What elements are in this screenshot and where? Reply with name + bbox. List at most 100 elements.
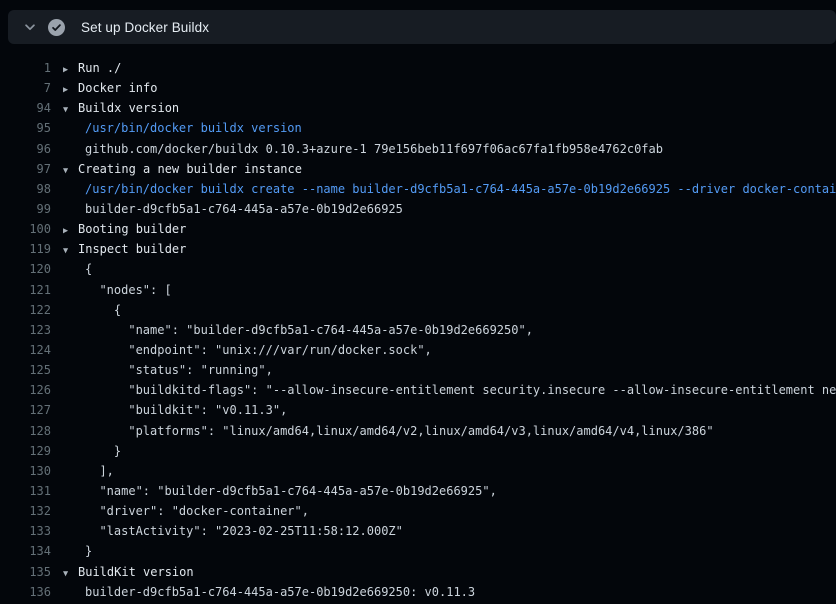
step-header[interactable]: Set up Docker Buildx xyxy=(8,10,836,44)
group-title: Booting builder xyxy=(78,219,186,239)
line-number[interactable]: 127 xyxy=(0,400,51,420)
marker-spacer xyxy=(51,118,78,138)
line-number[interactable]: 128 xyxy=(0,421,51,441)
log-line-row: 123 "name": "builder-d9cfb5a1-c764-445a-… xyxy=(0,320,836,340)
output-text: { xyxy=(78,300,121,320)
log-line-row: 136 builder-d9cfb5a1-c764-445a-a57e-0b19d… xyxy=(0,582,836,602)
marker-spacer xyxy=(51,340,78,360)
triangle-down-icon[interactable]: ▼ xyxy=(51,239,78,259)
output-text: } xyxy=(78,541,92,561)
group-title: Buildx version xyxy=(78,98,179,118)
line-number[interactable]: 97 xyxy=(0,159,51,179)
log-line-row: 129 } xyxy=(0,441,836,461)
log-line-row: 127 "buildkit": "v0.11.3", xyxy=(0,400,836,420)
triangle-right-icon[interactable]: ▶ xyxy=(51,78,78,98)
marker-spacer xyxy=(51,179,78,199)
group-title: Run ./ xyxy=(78,58,121,78)
log-group-row[interactable]: 7▶Docker info xyxy=(0,78,836,98)
group-title: Inspect builder xyxy=(78,239,186,259)
marker-spacer xyxy=(51,280,78,300)
line-number[interactable]: 1 xyxy=(0,58,51,78)
line-number[interactable]: 94 xyxy=(0,98,51,118)
line-number[interactable]: 120 xyxy=(0,259,51,279)
line-number[interactable]: 133 xyxy=(0,521,51,541)
log-line-row: 131 "name": "builder-d9cfb5a1-c764-445a-… xyxy=(0,481,836,501)
chevron-down-icon[interactable] xyxy=(22,19,38,35)
line-number[interactable]: 130 xyxy=(0,461,51,481)
log-line-row: 130 ], xyxy=(0,461,836,481)
log-group-row[interactable]: 100▶Booting builder xyxy=(0,219,836,239)
line-number[interactable]: 123 xyxy=(0,320,51,340)
line-number[interactable]: 95 xyxy=(0,118,51,138)
line-number[interactable]: 131 xyxy=(0,481,51,501)
log-line-row: 133 "lastActivity": "2023-02-25T11:58:12… xyxy=(0,521,836,541)
line-number[interactable]: 129 xyxy=(0,441,51,461)
line-number[interactable]: 119 xyxy=(0,239,51,259)
triangle-down-icon[interactable]: ▼ xyxy=(51,159,78,179)
marker-spacer xyxy=(51,400,78,420)
triangle-right-icon[interactable]: ▶ xyxy=(51,219,78,239)
line-number[interactable]: 100 xyxy=(0,219,51,239)
log-line-row: 98/usr/bin/docker buildx create --name b… xyxy=(0,179,836,199)
marker-spacer xyxy=(51,199,78,219)
log-group-row[interactable]: 97▼Creating a new builder instance xyxy=(0,159,836,179)
marker-spacer xyxy=(51,360,78,380)
line-number[interactable]: 126 xyxy=(0,380,51,400)
output-text: github.com/docker/buildx 0.10.3+azure-1 … xyxy=(78,139,663,159)
line-number[interactable]: 134 xyxy=(0,541,51,561)
output-text: "nodes": [ xyxy=(78,280,172,300)
marker-spacer xyxy=(51,582,78,602)
line-number[interactable]: 136 xyxy=(0,582,51,602)
output-text: "buildkit": "v0.11.3", xyxy=(78,400,287,420)
triangle-down-icon[interactable]: ▼ xyxy=(51,562,78,582)
line-number[interactable]: 124 xyxy=(0,340,51,360)
marker-spacer xyxy=(51,421,78,441)
triangle-down-icon[interactable]: ▼ xyxy=(51,98,78,118)
marker-spacer xyxy=(51,441,78,461)
marker-spacer xyxy=(51,300,78,320)
log-line-row: 132 "driver": "docker-container", xyxy=(0,501,836,521)
log-group-row[interactable]: 1▶Run ./ xyxy=(0,58,836,78)
log-line-row: 99builder-d9cfb5a1-c764-445a-a57e-0b19d2… xyxy=(0,199,836,219)
log-line-row: 95/usr/bin/docker buildx version xyxy=(0,118,836,138)
log-line-row: 124 "endpoint": "unix:///var/run/docker.… xyxy=(0,340,836,360)
log-line-row: 96 github.com/docker/buildx 0.10.3+azure-… xyxy=(0,139,836,159)
log-line-row: 121 "nodes": [ xyxy=(0,280,836,300)
output-text: builder-d9cfb5a1-c764-445a-a57e-0b19d2e6… xyxy=(78,582,475,602)
command-text: /usr/bin/docker buildx create --name bui… xyxy=(78,179,836,199)
step-success-check-icon xyxy=(48,19,65,36)
output-text: { xyxy=(78,259,92,279)
output-text: ], xyxy=(78,461,114,481)
triangle-right-icon[interactable]: ▶ xyxy=(51,58,78,78)
line-number[interactable]: 121 xyxy=(0,280,51,300)
marker-spacer xyxy=(51,380,78,400)
group-title: BuildKit version xyxy=(78,562,194,582)
log-view: 1▶Run ./7▶Docker info94▼Buildx version95… xyxy=(0,58,836,602)
log-group-row[interactable]: 94▼Buildx version xyxy=(0,98,836,118)
line-number[interactable]: 96 xyxy=(0,139,51,159)
marker-spacer xyxy=(51,139,78,159)
marker-spacer xyxy=(51,461,78,481)
output-text: } xyxy=(78,441,121,461)
output-text: "endpoint": "unix:///var/run/docker.sock… xyxy=(78,340,432,360)
line-number[interactable]: 7 xyxy=(0,78,51,98)
marker-spacer xyxy=(51,501,78,521)
group-title: Docker info xyxy=(78,78,157,98)
log-line-row: 128 "platforms": "linux/amd64,linux/amd6… xyxy=(0,421,836,441)
line-number[interactable]: 122 xyxy=(0,300,51,320)
log-line-row: 122 { xyxy=(0,300,836,320)
output-text: "lastActivity": "2023-02-25T11:58:12.000… xyxy=(78,521,403,541)
group-title: Creating a new builder instance xyxy=(78,159,302,179)
line-number[interactable]: 125 xyxy=(0,360,51,380)
line-number[interactable]: 98 xyxy=(0,179,51,199)
line-number[interactable]: 132 xyxy=(0,501,51,521)
line-number[interactable]: 135 xyxy=(0,562,51,582)
log-line-row: 126 "buildkitd-flags": "--allow-insecure… xyxy=(0,380,836,400)
marker-spacer xyxy=(51,259,78,279)
log-group-row[interactable]: 119▼Inspect builder xyxy=(0,239,836,259)
log-group-row[interactable]: 135▼BuildKit version xyxy=(0,562,836,582)
output-text: "name": "builder-d9cfb5a1-c764-445a-a57e… xyxy=(78,481,497,501)
output-text: "driver": "docker-container", xyxy=(78,501,309,521)
output-text: "platforms": "linux/amd64,linux/amd64/v2… xyxy=(78,421,714,441)
line-number[interactable]: 99 xyxy=(0,199,51,219)
